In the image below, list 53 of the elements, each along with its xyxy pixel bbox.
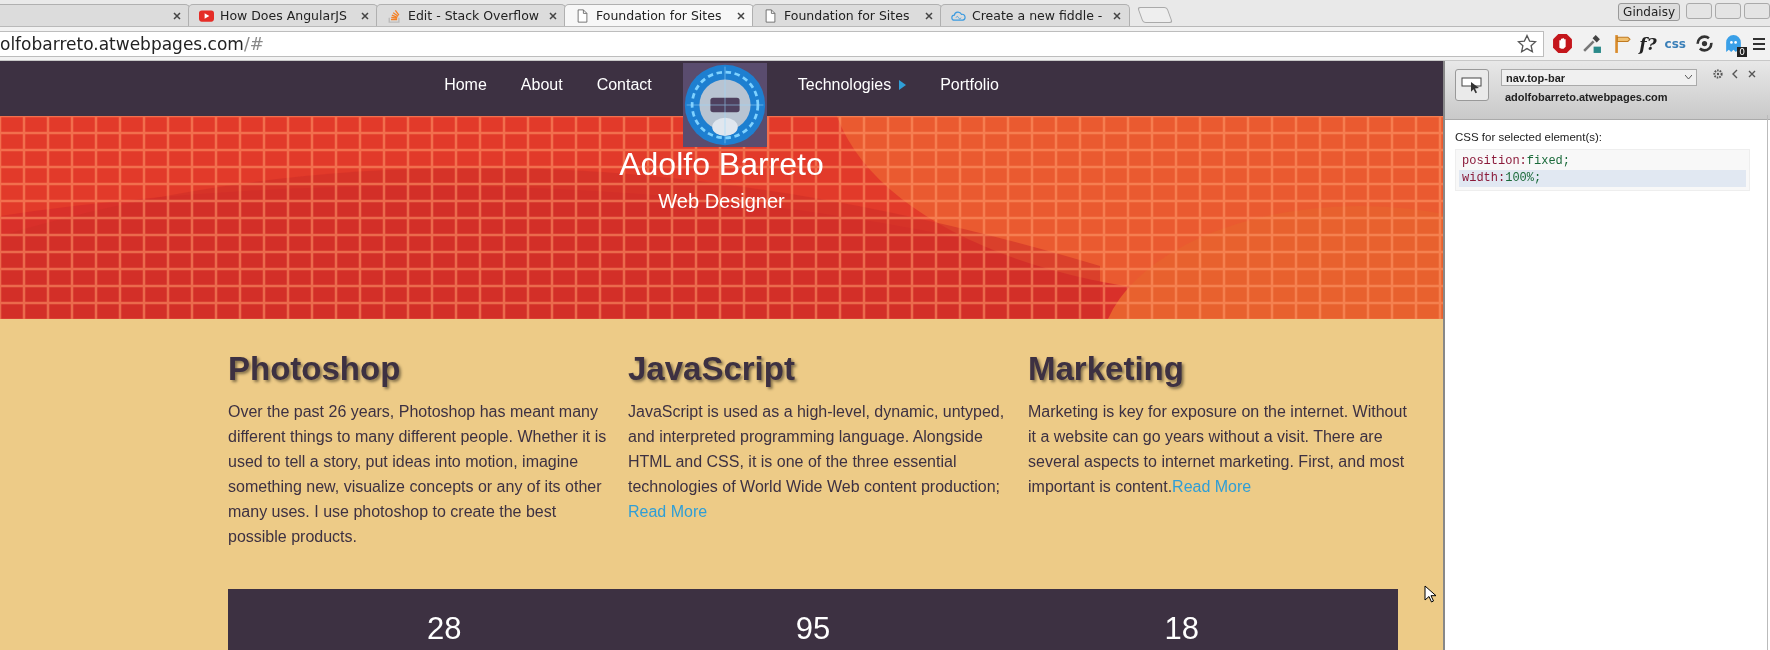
close-icon[interactable] bbox=[1747, 69, 1757, 79]
section-text: Over the past 26 years, Photoshop has meant many different things to many different people. Whether it is used to tell a story, put ideas into motion, imagine something new, visualize concepts or any of its other many uses. I use photoshop to create the best possible products. bbox=[228, 402, 608, 547]
host-label: adolfobarreto.atwebpages.com bbox=[1504, 91, 1669, 103]
panel-heading: CSS for selected element(s): bbox=[1455, 131, 1603, 143]
section-text: Marketing is key for exposure on the internet. Without it a website can go years without a visit. There are several aspects to internet marketing. First, and most important is content.Read More bbox=[1028, 402, 1408, 497]
back-icon[interactable] bbox=[1730, 69, 1740, 79]
nav-link[interactable]: Contact bbox=[579, 61, 669, 109]
menu-icon[interactable] bbox=[1752, 36, 1766, 51]
ghost-icon[interactable] bbox=[1723, 33, 1744, 54]
css-rule[interactable]: position:fixed; bbox=[1459, 153, 1746, 170]
close-icon[interactable] bbox=[361, 11, 369, 20]
close-icon[interactable] bbox=[549, 11, 557, 20]
browser-tab[interactable]: Edit - Stack Overflow bbox=[376, 4, 566, 26]
extension-icon[interactable]: f? bbox=[1639, 33, 1657, 54]
close-icon[interactable] bbox=[737, 11, 745, 20]
caret-icon bbox=[1685, 75, 1692, 80]
browser-tab[interactable]: Create a new fiddle - bbox=[940, 4, 1130, 26]
page-icon bbox=[575, 8, 590, 23]
stop-icon[interactable] bbox=[1552, 33, 1574, 54]
stack-icon bbox=[387, 8, 402, 23]
hero-subtitle: Web Designer bbox=[658, 190, 785, 213]
browser-tab[interactable]: Foundation for Sites bbox=[564, 4, 754, 26]
sync-icon[interactable] bbox=[1694, 33, 1715, 54]
eyedropper-icon[interactable] bbox=[1581, 33, 1603, 54]
settings-icon[interactable] bbox=[1713, 69, 1723, 79]
stat-number: 95 bbox=[795, 611, 831, 647]
close-icon[interactable] bbox=[925, 11, 933, 20]
close-icon[interactable] bbox=[173, 11, 181, 20]
section-heading: Marketing bbox=[1028, 349, 1184, 389]
section-heading: JavaScript bbox=[628, 349, 795, 389]
selector-dropdown[interactable]: nav.top-bar bbox=[1501, 69, 1697, 86]
stat-number: 18 bbox=[1164, 611, 1199, 647]
address-field[interactable]: olfobarreto.atwebpages.com/# bbox=[0, 30, 1545, 57]
page-icon bbox=[763, 8, 778, 23]
nav-link[interactable]: Portfolio bbox=[923, 61, 1016, 109]
video-icon bbox=[199, 8, 214, 23]
browser-tab[interactable]: How Does AngularJS bbox=[188, 4, 378, 26]
nav-link[interactable]: Technologies bbox=[780, 61, 924, 109]
star-icon[interactable] bbox=[1517, 33, 1538, 54]
hero-title: Adolfo Barreto bbox=[619, 146, 824, 183]
profile-button[interactable]: Gindaisy bbox=[1618, 3, 1680, 21]
nav-link[interactable]: About bbox=[503, 61, 580, 109]
section-text: JavaScript is used as a high-level, dynamic, untyped, and interpreted programming language. Alongside HTML and CSS, it is one of the three essential technologies of World Wide Web content production; Read More bbox=[628, 402, 1006, 522]
browser-tab[interactable]: Foundation for Sites bbox=[752, 4, 942, 26]
cursor-icon bbox=[1424, 585, 1436, 603]
inspect-button[interactable] bbox=[1455, 69, 1489, 101]
close-icon[interactable] bbox=[1113, 11, 1121, 20]
pointer-icon bbox=[1461, 76, 1483, 94]
extension-icon[interactable]: css bbox=[1664, 36, 1686, 51]
count-badge: 0 bbox=[1737, 47, 1747, 57]
stat-number: 28 bbox=[427, 611, 462, 647]
nav-link[interactable]: Home bbox=[427, 61, 504, 109]
section-heading: Photoshop bbox=[228, 349, 401, 389]
